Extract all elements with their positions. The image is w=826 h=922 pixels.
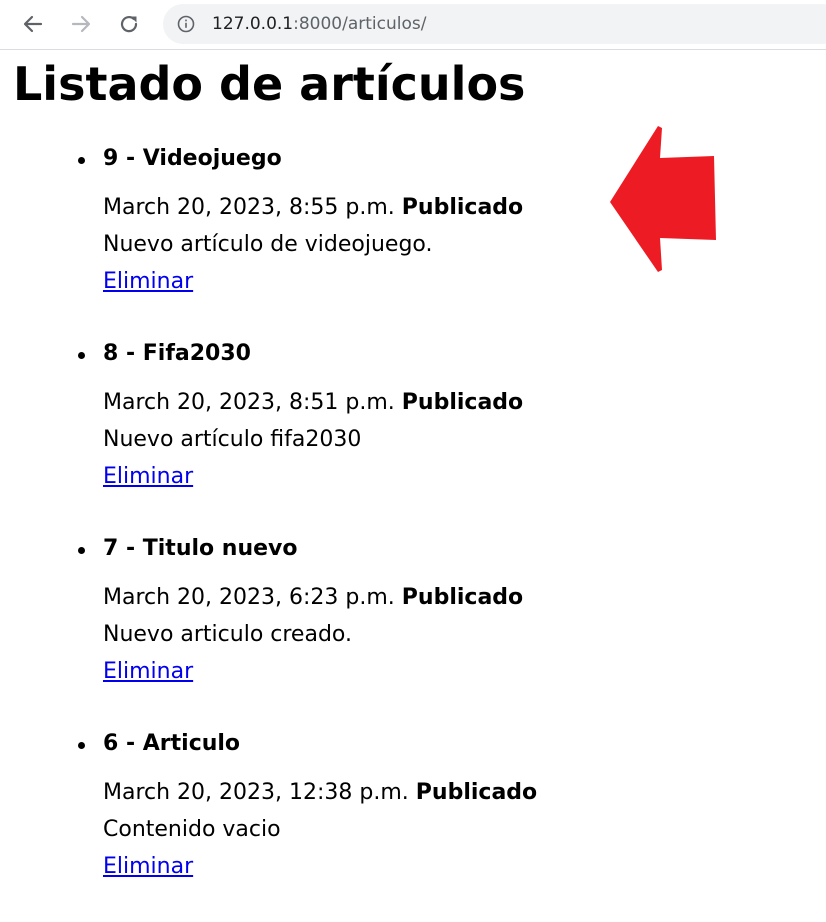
article-meta: March 20, 2023, 8:55 p.m. Publicado	[103, 194, 523, 222]
article-title: 8 - Fifa2030	[103, 341, 251, 366]
article-date: March 20, 2023, 8:55 p.m.	[103, 195, 395, 220]
article-title: 6 - Articulo	[103, 731, 241, 756]
article-content: Contenido vacio	[103, 817, 281, 842]
delete-link[interactable]: Eliminar	[103, 268, 193, 296]
back-button[interactable]	[18, 9, 48, 39]
article-status: Publicado	[401, 195, 524, 220]
article-status: Publicado	[415, 780, 538, 805]
article-meta: March 20, 2023, 8:51 p.m. Publicado	[103, 389, 523, 417]
article-title: 9 - Videojuego	[103, 146, 282, 171]
url-path: :8000/articulos/	[293, 14, 427, 34]
delete-link[interactable]: Eliminar	[103, 463, 193, 491]
article-status: Publicado	[401, 585, 524, 610]
url-text[interactable]: 127.0.0.1:8000/articulos/	[212, 14, 426, 34]
url-host: 127.0.0.1	[212, 14, 294, 34]
article-title: 7 - Titulo nuevo	[103, 536, 298, 561]
back-arrow-icon	[23, 15, 43, 33]
article-content: Nuevo articulo creado.	[103, 622, 352, 647]
delete-link[interactable]: Eliminar	[103, 658, 193, 686]
article-date: March 20, 2023, 6:23 p.m.	[103, 585, 395, 610]
forward-arrow-icon	[71, 15, 91, 33]
delete-link[interactable]: Eliminar	[103, 853, 193, 881]
red-arrow-annotation	[610, 126, 716, 272]
list-bullet	[78, 742, 85, 749]
article-date: March 20, 2023, 12:38 p.m.	[103, 780, 409, 805]
forward-button[interactable]	[66, 9, 96, 39]
article-meta: March 20, 2023, 6:23 p.m. Publicado	[103, 584, 523, 612]
reload-button[interactable]	[114, 9, 144, 39]
article-content: Nuevo artículo fifa2030	[103, 427, 362, 452]
list-bullet	[78, 352, 85, 359]
list-bullet	[78, 547, 85, 554]
article-status: Publicado	[401, 390, 524, 415]
article-date: March 20, 2023, 8:51 p.m.	[103, 390, 395, 415]
info-icon[interactable]	[177, 15, 195, 33]
page-title: Listado de artículos	[13, 57, 526, 111]
reload-icon	[120, 16, 138, 33]
article-meta: March 20, 2023, 12:38 p.m. Publicado	[103, 779, 537, 807]
article-content: Nuevo artículo de videojuego.	[103, 232, 433, 257]
list-bullet	[78, 157, 85, 164]
browser-toolbar: 127.0.0.1:8000/articulos/	[0, 0, 826, 50]
address-bar[interactable]: 127.0.0.1:8000/articulos/	[163, 4, 826, 44]
